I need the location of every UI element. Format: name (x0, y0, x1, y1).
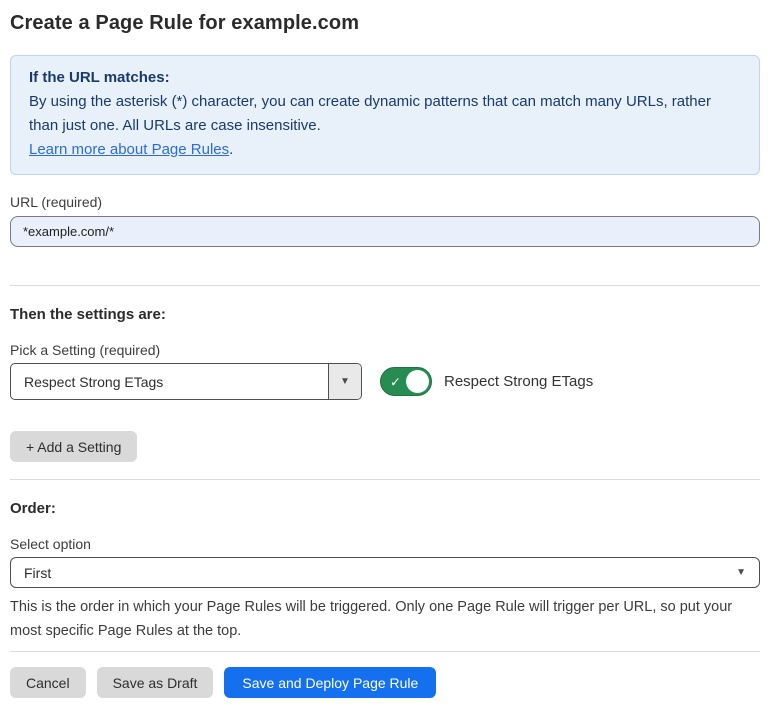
setting-toggle-group: ✓ Respect Strong ETags (380, 367, 593, 396)
url-field-label: URL (required) (10, 194, 760, 210)
url-match-info-box: If the URL matches: By using the asteris… (10, 55, 760, 175)
create-page-rule-form: Create a Page Rule for example.com If th… (0, 0, 769, 698)
page-title: Create a Page Rule for example.com (10, 12, 760, 35)
section-divider (10, 285, 760, 286)
toggle-knob (406, 370, 429, 393)
save-draft-button[interactable]: Save as Draft (97, 667, 214, 698)
info-box-link-line: Learn more about Page Rules. (29, 138, 741, 162)
respect-strong-etags-toggle[interactable]: ✓ (380, 367, 432, 396)
cancel-button[interactable]: Cancel (10, 667, 86, 698)
footer-divider (10, 651, 760, 652)
order-select-label: Select option (10, 536, 760, 552)
setting-select[interactable]: Respect Strong ETags ▼ (10, 363, 362, 400)
order-help-text: This is the order in which your Page Rul… (10, 595, 762, 643)
setting-row: Respect Strong ETags ▼ ✓ Respect Strong … (10, 363, 760, 400)
check-icon: ✓ (390, 375, 401, 388)
save-deploy-button[interactable]: Save and Deploy Page Rule (224, 667, 436, 698)
order-select[interactable]: First ▼ (10, 557, 760, 588)
chevron-down-icon: ▼ (736, 567, 746, 578)
order-select-value: First (24, 565, 51, 581)
info-box-body: By using the asterisk (*) character, you… (29, 90, 741, 138)
url-input[interactable] (10, 216, 760, 247)
pick-setting-label: Pick a Setting (required) (10, 342, 760, 358)
toggle-label: Respect Strong ETags (444, 373, 593, 390)
order-section-heading: Order: (10, 500, 760, 517)
info-box-heading: If the URL matches: (29, 66, 741, 90)
chevron-down-icon[interactable]: ▼ (328, 364, 361, 399)
add-setting-button[interactable]: + Add a Setting (10, 431, 137, 462)
link-suffix: . (229, 141, 233, 158)
settings-section-heading: Then the settings are: (10, 306, 760, 323)
section-divider (10, 479, 760, 480)
footer-actions: Cancel Save as Draft Save and Deploy Pag… (10, 667, 760, 698)
setting-select-value: Respect Strong ETags (11, 364, 328, 399)
learn-more-link[interactable]: Learn more about Page Rules (29, 141, 229, 158)
